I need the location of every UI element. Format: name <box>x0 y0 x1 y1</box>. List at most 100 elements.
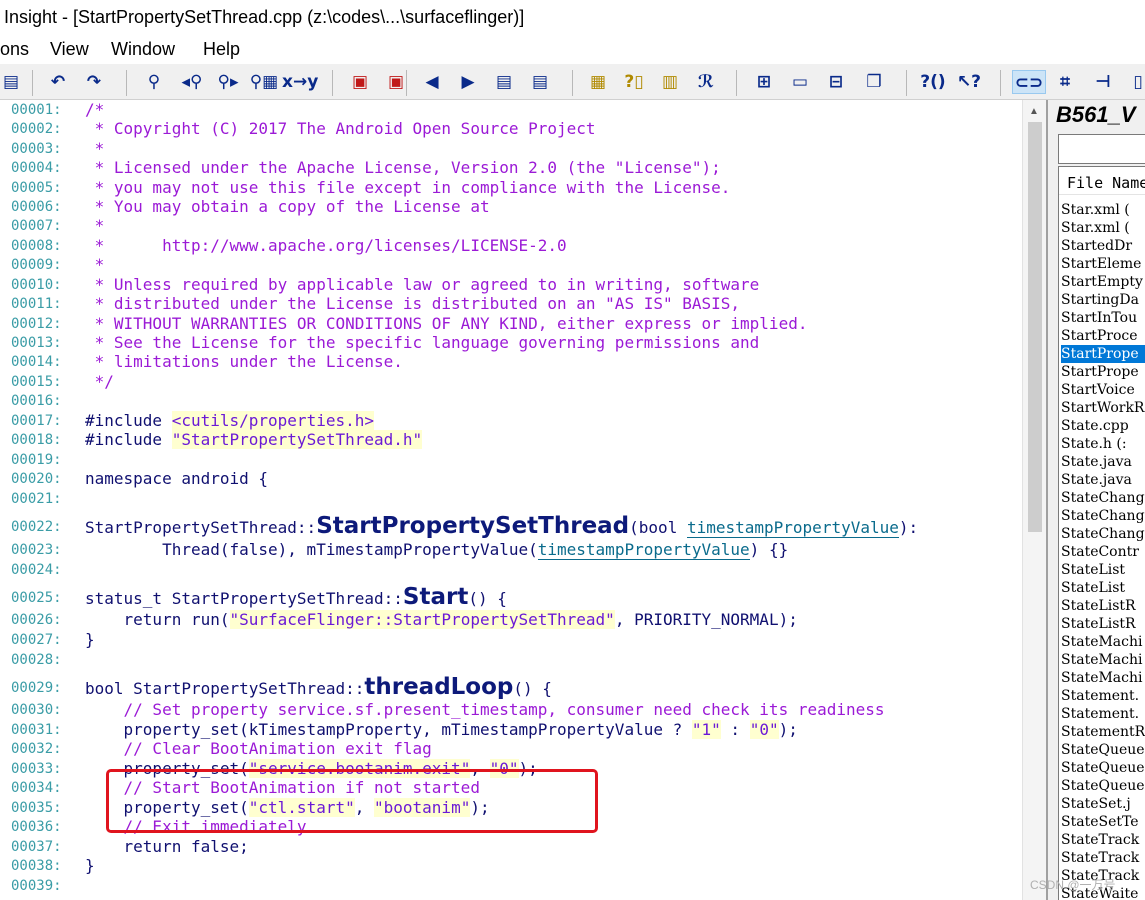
layout-windows-icon[interactable]: ❐ <box>860 70 888 94</box>
scrollbar-thumb[interactable] <box>1028 122 1042 532</box>
line-number: 00019: <box>11 452 62 468</box>
line-number: 00030: <box>11 702 62 718</box>
file-list-item[interactable]: StateQueue <box>1061 741 1145 759</box>
lookup-icon[interactable]: ▦ <box>584 70 612 94</box>
menu-options[interactable]: ons <box>0 34 29 64</box>
file-list-item[interactable]: StateMachi <box>1061 633 1145 651</box>
scroll-up-icon[interactable]: ▲ <box>1029 106 1039 117</box>
file-list-item[interactable]: Statement. <box>1061 705 1145 723</box>
undo-icon[interactable]: ↶ <box>44 70 72 94</box>
layout-grid-icon[interactable]: ⊞ <box>750 70 778 94</box>
line-number: 00032: <box>11 741 62 757</box>
file-list-item[interactable]: StartEmpty <box>1061 273 1145 291</box>
code-text: Thread(false), mTimestampPropertyValue(t… <box>85 540 789 560</box>
file-list-item[interactable]: StartVoice <box>1061 381 1145 399</box>
code-token: status_t StartPropertySetThread:: <box>85 589 403 608</box>
file-list-item[interactable]: StateSet.j <box>1061 795 1145 813</box>
file-list-item[interactable]: StartingDa <box>1061 291 1145 309</box>
column-header-file-name[interactable]: File Name <box>1059 171 1145 195</box>
comment-text: * <box>85 255 105 274</box>
code-token: () { <box>513 679 552 698</box>
file-list-item[interactable]: StartPrope <box>1061 345 1145 363</box>
context-window-icon[interactable]: ⌗ <box>1052 70 1078 94</box>
file-list-item[interactable]: State.h (: <box>1061 435 1145 453</box>
bookmark-prev-icon[interactable]: ▣ <box>346 70 374 94</box>
line-number: 00010: <box>11 277 62 293</box>
file-list-item[interactable]: StartPrope <box>1061 363 1145 381</box>
file-list-item[interactable]: StateListR <box>1061 615 1145 633</box>
file-list-item[interactable]: StateChang <box>1061 525 1145 543</box>
file-list-item[interactable]: StateTrack <box>1061 831 1145 849</box>
file-list-item[interactable]: State.java <box>1061 471 1145 489</box>
relation-window-icon[interactable]: ⊣ <box>1090 70 1116 94</box>
code-text: * Copyright (C) 2017 The Android Open So… <box>85 119 596 138</box>
file-list-item[interactable]: StateList <box>1061 561 1145 579</box>
menu-window[interactable]: Window <box>111 34 175 64</box>
file-list-item[interactable]: StartProce <box>1061 327 1145 345</box>
context-help-icon[interactable]: ↖? <box>954 70 984 94</box>
relation-icon[interactable]: ℛ <box>692 70 720 94</box>
file-list-item[interactable]: State.cpp <box>1061 417 1145 435</box>
paste-icon[interactable]: ▤ <box>0 70 22 94</box>
file-list-item[interactable]: StateMachi <box>1061 669 1145 687</box>
file-list[interactable]: File Name Star.xml (Star.xml (StartedDr S… <box>1058 166 1145 900</box>
editor-vertical-scrollbar[interactable]: ▲ <box>1022 100 1047 900</box>
file-list-item[interactable]: StateChang <box>1061 489 1145 507</box>
file-list-item[interactable]: StateSetTe <box>1061 813 1145 831</box>
layout-panel-icon[interactable]: ▭ <box>786 70 814 94</box>
line-number: 00018: <box>11 432 62 448</box>
file-list-item[interactable]: StateContr <box>1061 543 1145 561</box>
toolbar-separator <box>906 70 907 96</box>
find-files-icon[interactable]: ⚲▦ <box>248 70 280 94</box>
file-list-item[interactable]: StartEleme <box>1061 255 1145 273</box>
toolbar-separator <box>736 70 737 96</box>
replace-icon[interactable]: x→y <box>282 70 318 94</box>
file-list-item[interactable]: StatementR <box>1061 723 1145 741</box>
string-literal: "SurfaceFlinger::StartPropertySetThread" <box>229 610 615 629</box>
file-list-item[interactable]: StateQueue <box>1061 777 1145 795</box>
line-number: 00028: <box>11 652 62 668</box>
file-list-item[interactable]: StateQueue <box>1061 759 1145 777</box>
link-icon[interactable]: ⊂⊃ <box>1012 70 1046 94</box>
file-list-item[interactable]: Star.xml ( <box>1061 201 1145 219</box>
file-list-item[interactable]: StateChang <box>1061 507 1145 525</box>
file-list-item[interactable]: Statement. <box>1061 687 1145 705</box>
symbol-info-icon[interactable]: ?▯ <box>620 70 648 94</box>
file-list-item[interactable]: StartedDr <box>1061 237 1145 255</box>
line-number: 00008: <box>11 238 62 254</box>
menu-help[interactable]: Help <box>203 34 240 64</box>
file-list-item[interactable]: StartWorkR <box>1061 399 1145 417</box>
find-next-icon[interactable]: ⚲▸ <box>212 70 244 94</box>
file-list-item[interactable]: StartInTou <box>1061 309 1145 327</box>
line-number: 00006: <box>11 199 62 215</box>
help-icon[interactable]: ?() <box>918 70 948 94</box>
file-list-item[interactable]: Star.xml ( <box>1061 219 1145 237</box>
code-text: * See the License for the specific langu… <box>85 333 760 352</box>
code-text: namespace android { <box>85 469 268 488</box>
jump-prev-icon[interactable]: ▤ <box>490 70 518 94</box>
menu-view[interactable]: View <box>50 34 89 64</box>
code-text: * http://www.apache.org/licenses/LICENSE… <box>85 236 567 255</box>
line-number: 00004: <box>11 160 62 176</box>
jump-next-icon[interactable]: ▤ <box>526 70 554 94</box>
find-icon[interactable]: ⚲ <box>140 70 168 94</box>
code-text: * Unless required by applicable law or a… <box>85 275 760 294</box>
redo-icon[interactable]: ↷ <box>80 70 108 94</box>
file-list-item[interactable]: StateList <box>1061 579 1145 597</box>
back-icon[interactable]: ◀ <box>420 70 444 94</box>
string-literal: "0" <box>749 720 779 739</box>
more-icon[interactable]: ▯ <box>1128 70 1145 94</box>
find-prev-icon[interactable]: ◂⚲ <box>176 70 208 94</box>
file-list-item[interactable]: StateTrack <box>1061 849 1145 867</box>
file-list-item[interactable]: StateListR <box>1061 597 1145 615</box>
code-text: * you may not use this file except in co… <box>85 178 731 197</box>
browse-icon[interactable]: ▥ <box>656 70 684 94</box>
layout-split-icon[interactable]: ⊟ <box>822 70 850 94</box>
file-search-input[interactable] <box>1058 134 1145 164</box>
file-list-item[interactable]: State.java <box>1061 453 1145 471</box>
forward-icon[interactable]: ▶ <box>456 70 480 94</box>
code-text: status_t StartPropertySetThread::Start()… <box>85 584 507 610</box>
file-list-item[interactable]: StateMachi <box>1061 651 1145 669</box>
code-token: ) {} <box>749 540 789 559</box>
line-number: 00003: <box>11 141 62 157</box>
